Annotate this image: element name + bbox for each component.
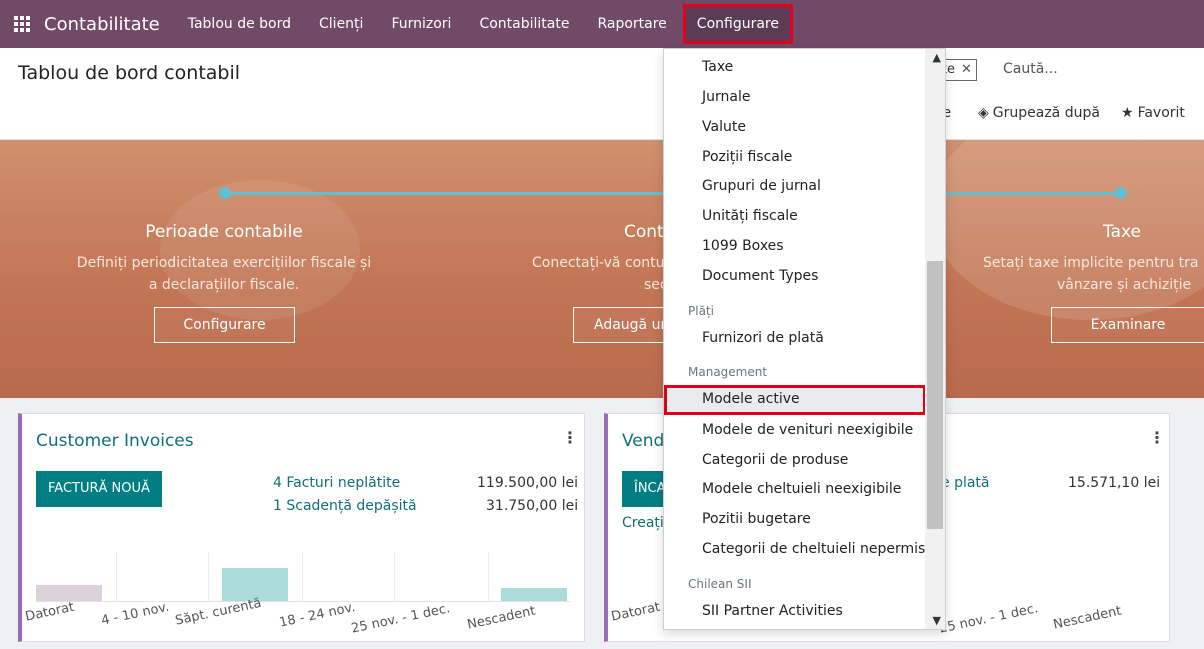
- unpaid-amount: 119.500,00 lei: [477, 475, 579, 491]
- aging-chart: [36, 552, 570, 602]
- chart-label: Datorat: [610, 599, 662, 625]
- scrollbar-thumb[interactable]: [927, 261, 943, 529]
- menu-item-fiscal-positions[interactable]: Poziții fiscale: [702, 149, 792, 165]
- bills-amount: 15.571,10 lei: [1068, 475, 1161, 491]
- step-dot: [219, 187, 231, 199]
- apps-menu-icon[interactable]: [14, 16, 30, 32]
- menu-item-journal-groups[interactable]: Grupuri de jurnal: [702, 178, 821, 194]
- step-dot: [1115, 187, 1127, 199]
- group-by-button[interactable]: ◈ Grupează după: [978, 105, 1100, 121]
- onboarding-banner: Perioade contabile Definiți periodicitat…: [0, 140, 1204, 398]
- card-title[interactable]: Vend: [622, 431, 664, 451]
- menu-item-taxes[interactable]: Taxe: [702, 59, 733, 75]
- add-bank-button[interactable]: Adaugă un: [573, 307, 673, 343]
- menu-item-document-types[interactable]: Document Types: [702, 268, 818, 284]
- chart-label: 25 nov. - 1 dec.: [938, 601, 1040, 637]
- chart-label: 18 - 24 nov.: [278, 599, 357, 631]
- card-title[interactable]: Customer Invoices: [36, 431, 194, 451]
- chevron-down-icon[interactable]: ▼: [933, 614, 941, 627]
- step-title: Taxe: [1103, 222, 1141, 242]
- group-by-label: Grupează după: [992, 105, 1100, 121]
- unpaid-invoices-link[interactable]: 4 Facturi neplătite: [273, 475, 400, 491]
- review-button[interactable]: Examinare: [1051, 307, 1204, 343]
- chart-label: Nescadent: [466, 603, 537, 633]
- progress-line: [945, 192, 1125, 195]
- gridline: [302, 552, 303, 602]
- bills-to-pay-link[interactable]: e plată: [941, 475, 990, 491]
- menu-item-deferred-revenue-models[interactable]: Modele de venituri neexigibile: [702, 422, 913, 438]
- overdue-link[interactable]: 1 Scadență depășită: [273, 498, 417, 514]
- chevron-up-icon[interactable]: ▲: [933, 51, 941, 64]
- kebab-menu-icon[interactable]: ⋮: [562, 428, 578, 447]
- overdue-amount: 31.750,00 lei: [486, 498, 579, 514]
- menu-item-asset-models[interactable]: Modele active: [664, 385, 926, 415]
- gridline: [488, 552, 489, 602]
- nav-vendors[interactable]: Furnizori: [377, 0, 465, 48]
- top-navbar: Contabilitate Tablou de bord Clienți Fur…: [0, 0, 1204, 48]
- menu-item-sii-partner-activities[interactable]: SII Partner Activities: [702, 603, 843, 619]
- menu-item-1099-boxes[interactable]: 1099 Boxes: [702, 238, 784, 254]
- control-panel: Tablou de bord contabil orite✕ Caută... …: [0, 48, 1204, 140]
- configuration-dropdown: Taxe Jurnale Valute Poziții fiscale Grup…: [663, 48, 946, 630]
- chart-baseline: [36, 601, 570, 602]
- gridline: [208, 552, 209, 602]
- progress-line: [225, 192, 665, 195]
- section-header-chilean-sii: Chilean SII: [688, 577, 752, 591]
- chart-label: 25 nov. - 1 dec.: [350, 601, 452, 637]
- nav-customers[interactable]: Clienți: [305, 0, 377, 48]
- section-header-management: Management: [688, 365, 768, 379]
- menu-item-journals[interactable]: Jurnale: [702, 89, 750, 105]
- favorites-button[interactable]: ★ Favorit: [1121, 105, 1185, 121]
- chart-bar-not-due[interactable]: [501, 588, 567, 602]
- nav-accounting[interactable]: Contabilitate: [465, 0, 583, 48]
- menu-item-disallowed-expense-categories[interactable]: Categorii de cheltuieli nepermise: [702, 541, 934, 557]
- search-input[interactable]: Caută...: [1003, 61, 1058, 77]
- create-bill-link[interactable]: Creați: [622, 515, 664, 531]
- menu-item-tax-units[interactable]: Unități fiscale: [702, 208, 798, 224]
- step-title: Perioade contabile: [145, 222, 303, 242]
- nav-reporting[interactable]: Raportare: [583, 0, 680, 48]
- decorative-image: [160, 180, 360, 320]
- configure-button[interactable]: Configurare: [154, 307, 295, 343]
- menu-item-payment-providers[interactable]: Furnizori de plată: [702, 330, 824, 346]
- gridline: [394, 552, 395, 602]
- step-description: Conectați-vă contur sec: [532, 255, 671, 293]
- chart-label: 4 - 10 nov.: [100, 599, 171, 629]
- gridline: [116, 552, 117, 602]
- new-invoice-button[interactable]: FACTURĂ NOUĂ: [36, 471, 162, 507]
- chart-label: Nescadent: [1052, 603, 1123, 633]
- menu-item-budgetary-positions[interactable]: Pozitii bugetare: [702, 511, 811, 527]
- customer-invoices-card: Customer Invoices ⋮ FACTURĂ NOUĂ 4 Factu…: [18, 413, 585, 642]
- step-description: Definiți periodicitatea exercițiilor fis…: [76, 255, 372, 293]
- star-icon: ★: [1121, 105, 1134, 121]
- kebab-menu-icon[interactable]: ⋮: [1149, 428, 1165, 447]
- step-description: Setați taxe implicite pentru tra vânzare …: [983, 255, 1199, 293]
- menu-item-currencies[interactable]: Valute: [702, 119, 746, 135]
- menu-item-product-categories[interactable]: Categorii de produse: [702, 452, 848, 468]
- nav-dashboard[interactable]: Tablou de bord: [174, 0, 305, 48]
- menu-item-deferred-expense-models[interactable]: Modele cheltuieli neexigibile: [702, 481, 901, 497]
- section-header-payments: Plăți: [688, 304, 714, 318]
- layers-icon: ◈: [978, 105, 989, 121]
- favorites-label: Favorit: [1137, 105, 1185, 121]
- nav-configuration[interactable]: Configurare: [682, 4, 793, 44]
- chart-label: Datorat: [24, 599, 76, 625]
- close-icon[interactable]: ✕: [961, 62, 972, 77]
- app-name[interactable]: Contabilitate: [44, 14, 160, 35]
- page-title: Tablou de bord contabil: [18, 62, 241, 84]
